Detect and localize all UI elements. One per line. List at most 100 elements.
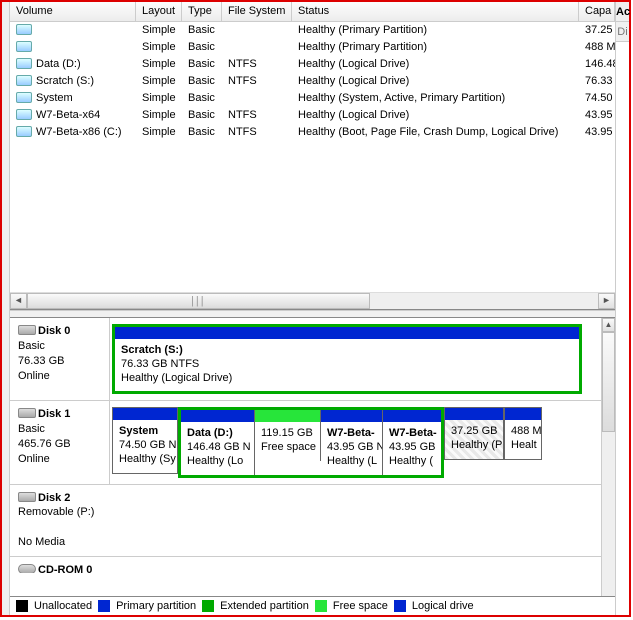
volume-name: Data (D:) <box>36 58 81 70</box>
table-row[interactable]: SimpleBasicHealthy (Primary Partition)48… <box>10 39 615 56</box>
cell-fs <box>222 39 292 56</box>
table-row[interactable]: System SimpleBasic Healthy (System, Active… <box>10 90 615 107</box>
disk-icon <box>18 408 36 418</box>
disk-icon <box>18 325 36 335</box>
swatch-free-icon <box>315 600 327 612</box>
cell-fs: NTFS <box>222 124 292 141</box>
cell-layout: Simple <box>136 73 182 90</box>
cell-layout: Simple <box>136 90 182 107</box>
cell-status: Healthy (Primary Partition) <box>292 22 579 39</box>
volume-name: W7-Beta-x64 <box>36 109 100 121</box>
cell-status: Healthy (Boot, Page File, Crash Dump, Lo… <box>292 124 579 141</box>
scroll-right-icon[interactable]: ► <box>598 293 615 309</box>
cell-type: Basic <box>182 90 222 107</box>
col-volume[interactable]: Volume <box>10 2 136 21</box>
volume-icon <box>16 41 32 52</box>
cdrom-icon <box>18 564 36 573</box>
volume-icon <box>16 126 32 137</box>
cell-type: Basic <box>182 107 222 124</box>
cell-layout: Simple <box>136 39 182 56</box>
volume-icon <box>16 24 32 35</box>
legend-label: Unallocated <box>34 600 92 612</box>
cell-layout: Simple <box>136 124 182 141</box>
legend-label: Free space <box>333 600 388 612</box>
volume-name: Scratch (S:) <box>121 344 573 358</box>
pane-divider[interactable] <box>10 310 615 318</box>
col-status[interactable]: Status <box>292 2 579 21</box>
scroll-up-icon[interactable]: ▲ <box>602 318 615 332</box>
cell-status: Healthy (System, Active, Primary Partiti… <box>292 90 579 107</box>
cell-capacity: 43.95 <box>579 124 615 141</box>
volume-block[interactable]: W7-Beta-43.95 GBHealthy ( <box>383 410 441 474</box>
table-row[interactable]: Data (D:)SimpleBasicNTFSHealthy (Logical… <box>10 56 615 73</box>
volume-block[interactable]: System74.50 GB NHealthy (Sy <box>112 407 178 473</box>
disk-label[interactable]: CD-ROM 0 <box>10 557 110 573</box>
disk-size: 465.76 GB <box>18 438 71 450</box>
disk-size: 76.33 GB <box>18 355 64 367</box>
disk-state: Online <box>18 453 50 465</box>
cell-fs: NTFS <box>222 107 292 124</box>
h-scroll-thumb[interactable]: ||| <box>27 293 370 309</box>
table-row[interactable]: Scratch (S:)SimpleBasicNTFSHealthy (Logi… <box>10 73 615 90</box>
table-row[interactable]: W7-Beta-x64SimpleBasicNTFSHealthy (Logic… <box>10 107 615 124</box>
legend-label: Primary partition <box>116 600 196 612</box>
disk-title: Disk 1 <box>38 408 70 420</box>
cell-layout: Simple <box>136 22 182 39</box>
cell-status: Healthy (Logical Drive) <box>292 73 579 90</box>
right-tab[interactable]: Ac <box>616 2 629 22</box>
left-gutter <box>2 2 10 615</box>
volume-icon <box>16 92 32 103</box>
cell-type: Basic <box>182 56 222 73</box>
volume-icon <box>16 75 32 86</box>
cell-fs: NTFS <box>222 73 292 90</box>
volume-size: 76.33 GB NTFS <box>121 358 573 372</box>
cell-type: Basic <box>182 22 222 39</box>
swatch-unallocated-icon <box>16 600 28 612</box>
table-row[interactable]: SimpleBasicHealthy (Primary Partition)37… <box>10 22 615 39</box>
table-row[interactable]: W7-Beta-x86 (C:)SimpleBasicNTFSHealthy (… <box>10 124 615 141</box>
volume-list: Volume Layout Type File System Status Ca… <box>10 2 615 310</box>
v-scroll-thumb[interactable] <box>602 332 615 432</box>
swatch-extended-icon <box>202 600 214 612</box>
legend-label: Logical drive <box>412 600 474 612</box>
disk-row: Disk 0 Basic 76.33 GB Online Scratch (S:… <box>10 318 601 401</box>
disk-label[interactable]: Disk 2 Removable (P:) No Media <box>10 485 110 556</box>
cell-status: Healthy (Logical Drive) <box>292 107 579 124</box>
col-type[interactable]: Type <box>182 2 222 21</box>
disk-state: No Media <box>18 536 65 548</box>
volume-icon <box>16 109 32 120</box>
cell-capacity: 43.95 <box>579 107 615 124</box>
volume-block[interactable]: Scratch (S:) 76.33 GB NTFS Healthy (Logi… <box>115 327 579 391</box>
volume-block[interactable]: 37.25 GBHealthy (P <box>444 407 504 460</box>
volume-block[interactable]: Data (D:)146.48 GB NHealthy (Lo <box>181 410 255 474</box>
swatch-primary-icon <box>98 600 110 612</box>
col-filesystem[interactable]: File System <box>222 2 292 21</box>
volume-name: System <box>36 92 73 104</box>
cell-type: Basic <box>182 39 222 56</box>
right-gutter: Ac Di <box>615 2 629 615</box>
h-scrollbar[interactable]: ◄ ||| ► <box>10 292 615 309</box>
disk-title: CD-ROM 0 <box>38 564 92 573</box>
cell-layout: Simple <box>136 56 182 73</box>
v-scrollbar[interactable]: ▲ ▼ <box>601 318 615 615</box>
disk-label[interactable]: Disk 0 Basic 76.33 GB Online <box>10 318 110 400</box>
cell-type: Basic <box>182 124 222 141</box>
disk-type: Basic <box>18 423 45 435</box>
cell-fs <box>222 90 292 107</box>
volume-block[interactable]: 488 MHealt <box>504 407 542 460</box>
col-layout[interactable]: Layout <box>136 2 182 21</box>
right-tab[interactable]: Di <box>616 22 629 42</box>
legend-label: Extended partition <box>220 600 309 612</box>
cell-fs: NTFS <box>222 56 292 73</box>
col-capacity[interactable]: Capa <box>579 2 615 21</box>
main-panel: Volume Layout Type File System Status Ca… <box>10 2 615 615</box>
disk-label[interactable]: Disk 1 Basic 465.76 GB Online <box>10 401 110 483</box>
volume-block[interactable]: 119.15 GBFree space <box>255 410 321 461</box>
volume-block[interactable]: W7-Beta-43.95 GB NHealthy (L <box>321 410 383 474</box>
volume-list-header: Volume Layout Type File System Status Ca… <box>10 2 615 22</box>
legend: Unallocated Primary partition Extended p… <box>10 596 615 615</box>
scroll-left-icon[interactable]: ◄ <box>10 293 27 309</box>
disk-title: Disk 0 <box>38 325 70 337</box>
volume-name: Scratch (S:) <box>36 75 94 87</box>
disk-row: CD-ROM 0 <box>10 557 601 573</box>
